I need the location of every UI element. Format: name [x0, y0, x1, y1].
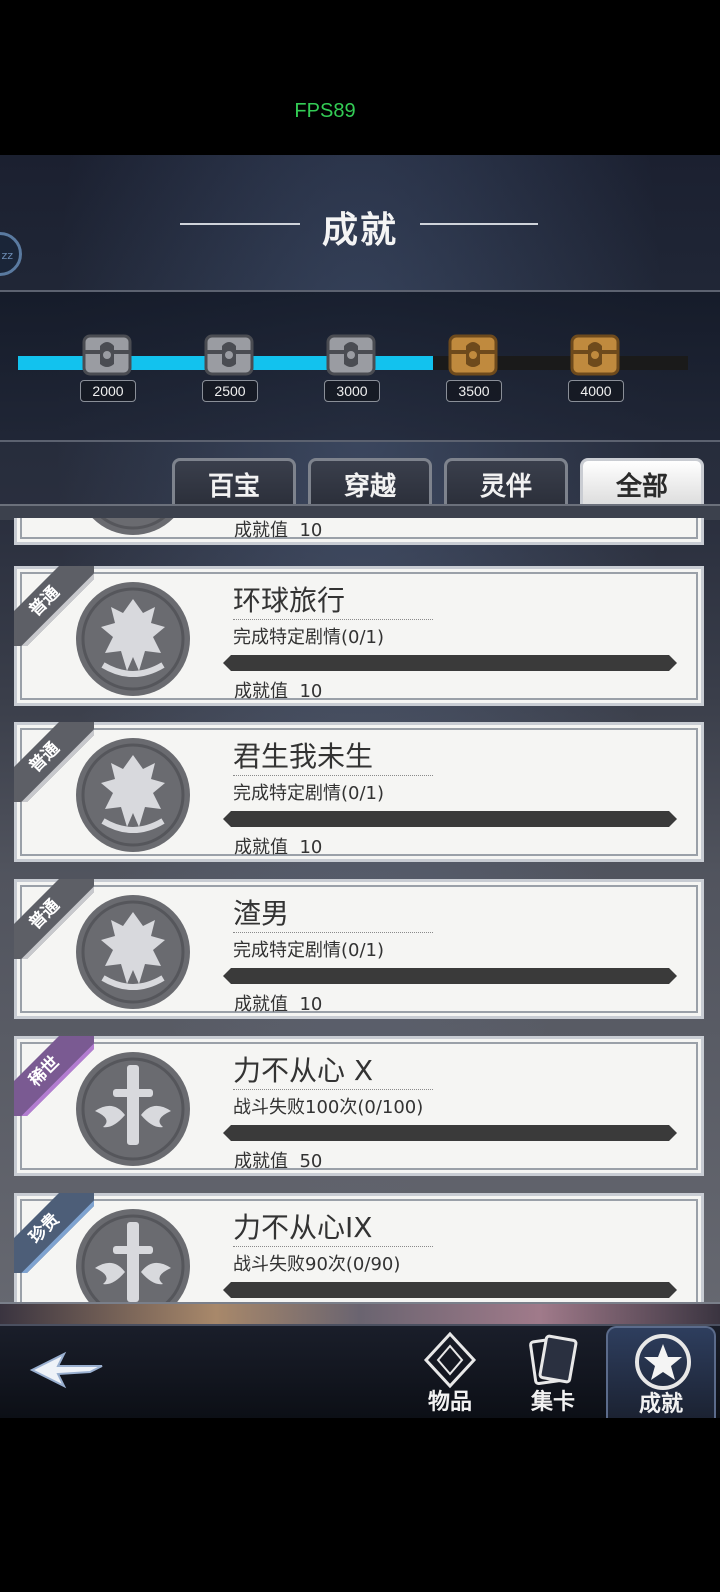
nav-cards[interactable]: 集卡	[503, 1326, 603, 1418]
treasure-chest-icon[interactable]	[202, 332, 256, 378]
achievement-name: 力不从心IX	[233, 1211, 373, 1244]
title-bar: 成就	[0, 195, 720, 255]
name-divider	[233, 1246, 433, 1247]
points-value: 10	[299, 837, 323, 858]
achievement-description: 战斗失败100次(0/100)	[233, 1097, 424, 1118]
points-value: 10	[299, 681, 323, 702]
nav-items[interactable]: 物品	[400, 1326, 500, 1418]
achievement-card[interactable]: 珍贵 力不从心IX 战斗失败90次(0/90)	[14, 1193, 704, 1302]
points-value: 50	[299, 1151, 323, 1172]
back-arrow-icon[interactable]	[28, 1348, 106, 1392]
tab-all[interactable]: 全部	[580, 458, 704, 506]
crest-icon	[73, 518, 193, 538]
achievement-points: 成就值 10	[234, 833, 322, 859]
name-divider	[233, 619, 433, 620]
star-medal-icon	[635, 1334, 691, 1390]
milestone-panel: 2000 2500 3000 3500 4000	[0, 290, 720, 442]
nav-achievements[interactable]: 成就	[606, 1326, 716, 1418]
nav-items-label: 物品	[427, 1389, 472, 1415]
points-label: 成就值	[234, 681, 288, 702]
treasure-chest-icon[interactable]	[568, 332, 622, 378]
diamond-icon	[423, 1331, 477, 1389]
fps-counter: FPS89	[294, 100, 356, 122]
achievement-description: 完成特定剧情(0/1)	[233, 627, 385, 648]
points-value: 10	[299, 520, 323, 541]
milestone-value: 4000	[568, 380, 624, 402]
name-divider	[233, 932, 433, 933]
page-title: 成就	[321, 209, 398, 251]
cards-icon	[529, 1334, 578, 1385]
points-label: 成就值	[234, 837, 288, 858]
milestone-value: 3500	[446, 380, 502, 402]
sword-icon	[73, 1049, 193, 1169]
bottom-decoration	[0, 1302, 720, 1326]
achievement-points: 成就值 50	[234, 1147, 322, 1173]
name-divider	[233, 775, 433, 776]
achievement-name: 君生我未生	[233, 740, 374, 773]
tab-lingban[interactable]: 灵伴	[444, 458, 568, 506]
tab-chuanyue[interactable]: 穿越	[308, 458, 432, 506]
achievement-card[interactable]: 普通 君生我未生 完成特定剧情(0/1) 成就值 10	[14, 722, 704, 862]
achievement-progress-bar	[223, 968, 677, 984]
achievement-name: 力不从心 X	[233, 1054, 374, 1087]
achievement-description: 战斗失败90次(0/90)	[233, 1254, 401, 1275]
achievement-card[interactable]: 成就值 10	[14, 518, 704, 545]
achievement-card[interactable]: 普通 环球旅行 完成特定剧情(0/1) 成就值 10	[14, 566, 704, 706]
points-label: 成就值	[234, 1151, 288, 1172]
points-label: 成就值	[234, 994, 288, 1015]
sword-icon	[73, 1206, 193, 1302]
name-divider	[233, 1089, 433, 1090]
achievement-points: 成就值 10	[234, 677, 322, 703]
achievement-card[interactable]: 稀世 力不从心 X 战斗失败100次(0/100) 成就值 50	[14, 1036, 704, 1176]
nav-cards-label: 集卡	[530, 1389, 575, 1415]
milestone-value: 2000	[80, 380, 136, 402]
achievement-list[interactable]: 成就值 10 普通 环球旅行 完成特定剧情(0/1) 成就值 10 普通 君生我未生 完成特定…	[0, 518, 720, 1302]
achievement-progress-bar	[223, 655, 677, 671]
achievement-card[interactable]: 普通 渣男 完成特定剧情(0/1) 成就值 10	[14, 879, 704, 1019]
category-tabs: 百宝 穿越 灵伴 全部	[0, 458, 720, 506]
achievement-progress-bar	[223, 1125, 677, 1141]
achievement-description: 完成特定剧情(0/1)	[233, 783, 385, 804]
points-label: 成就值	[234, 520, 288, 541]
points-value: 10	[299, 994, 323, 1015]
treasure-chest-icon[interactable]	[324, 332, 378, 378]
achievement-name: 环球旅行	[233, 584, 346, 617]
tab-baibao[interactable]: 百宝	[172, 458, 296, 506]
achievement-progress-bar	[223, 1282, 677, 1298]
achievement-name: 渣男	[233, 897, 290, 930]
crest-icon	[73, 579, 193, 699]
bottom-nav: 物品 集卡 成就	[0, 1324, 720, 1418]
nav-achievements-label: 成就	[638, 1391, 683, 1417]
treasure-chest-icon[interactable]	[446, 332, 500, 378]
treasure-chest-icon[interactable]	[80, 332, 134, 378]
achievement-description: 完成特定剧情(0/1)	[233, 940, 385, 961]
achievement-points: 成就值 10	[234, 990, 322, 1016]
achievement-progress-bar	[223, 811, 677, 827]
crest-icon	[73, 892, 193, 1012]
crest-icon	[73, 735, 193, 855]
milestone-value: 2500	[202, 380, 258, 402]
milestone-value: 3000	[324, 380, 380, 402]
achievement-points: 成就值 10	[234, 518, 322, 542]
